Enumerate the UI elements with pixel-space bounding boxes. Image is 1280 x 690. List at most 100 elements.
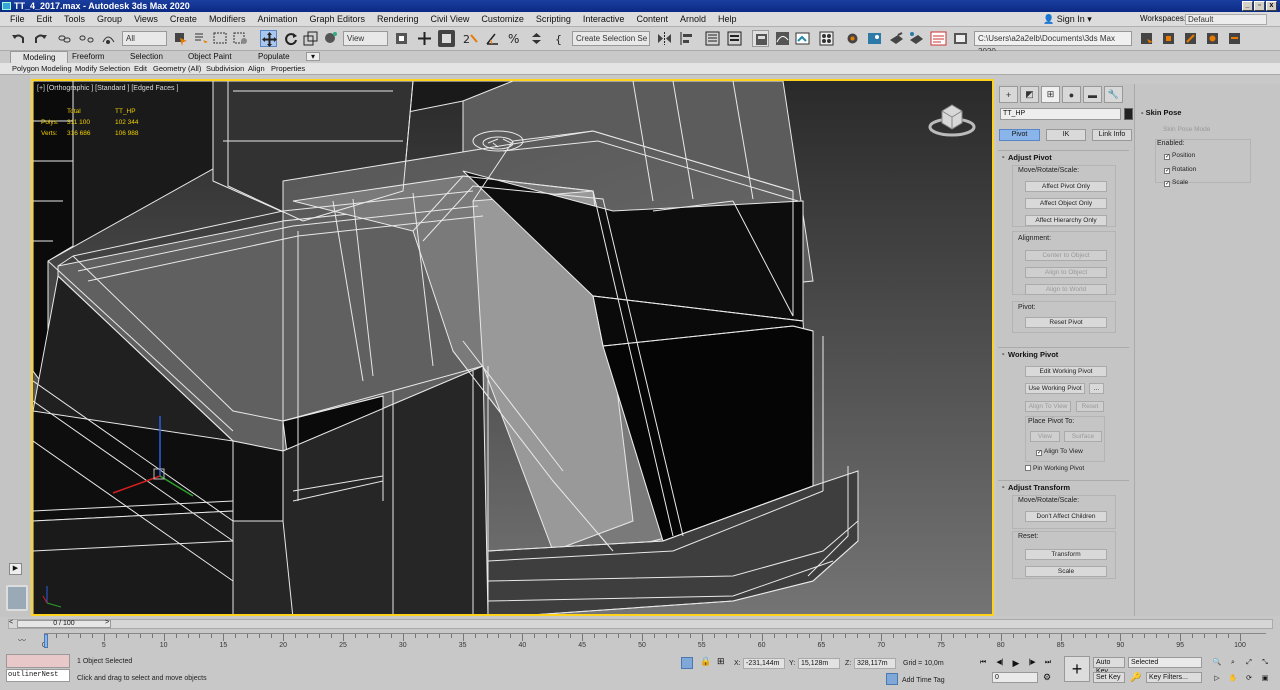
menu-civil-view[interactable]: Civil View <box>425 12 476 27</box>
ribbon-tab-freeform[interactable]: Freeform <box>72 51 104 63</box>
key-set-dropdown[interactable]: Selected <box>1128 657 1202 668</box>
working-pivot-header[interactable]: Working Pivot <box>998 348 1129 360</box>
skin-scale-checkbox[interactable]: ✓ Scale <box>1164 179 1188 187</box>
next-frame-icon[interactable]: |▶ <box>1025 657 1039 669</box>
menu-modifiers[interactable]: Modifiers <box>203 12 252 27</box>
skin-position-checkbox[interactable]: ✓ Position <box>1164 152 1195 160</box>
undo-icon[interactable] <box>10 30 27 47</box>
viewcube-icon[interactable] <box>927 99 977 141</box>
menu-content[interactable]: Content <box>630 12 674 27</box>
time-prev-icon[interactable]: < <box>9 619 13 626</box>
menu-graph-editors[interactable]: Graph Editors <box>303 12 371 27</box>
motion-tab-icon[interactable]: ● <box>1062 86 1081 103</box>
select-by-name-icon[interactable] <box>192 30 209 47</box>
snaps-toggle-icon[interactable]: 2 <box>462 30 479 47</box>
menu-rendering[interactable]: Rendering <box>371 12 425 27</box>
zoom-all-icon[interactable]: ⌕ <box>1226 657 1240 669</box>
project-folder-icon[interactable] <box>952 30 969 47</box>
align-to-world-button[interactable]: Align to World <box>1025 284 1107 295</box>
ribbon-panel-subdivision[interactable]: Subdivision <box>206 63 244 75</box>
reset-working-pivot-button[interactable]: Reset <box>1076 401 1104 412</box>
default-in-out-tangent-icon[interactable]: + <box>1064 656 1090 682</box>
bind-spacewarp-icon[interactable] <box>100 30 117 47</box>
toggle-scene-explorer-icon[interactable] <box>704 30 721 47</box>
ribbon-tab-populate[interactable]: Populate <box>258 51 290 63</box>
curve-editor-icon[interactable] <box>774 30 791 47</box>
link-icon[interactable] <box>56 30 73 47</box>
selection-filter-dropdown[interactable]: All <box>122 31 167 46</box>
workspace-tool-1-icon[interactable] <box>1138 30 1155 47</box>
adjust-pivot-header[interactable]: Adjust Pivot <box>998 151 1129 163</box>
menu-tools[interactable]: Tools <box>58 12 91 27</box>
utilities-tab-icon[interactable]: 🔧 <box>1104 86 1123 103</box>
percent-snap-icon[interactable]: % <box>506 30 523 47</box>
current-frame-field[interactable]: 0 <box>992 672 1038 683</box>
display-tab-icon[interactable]: ▬ <box>1083 86 1102 103</box>
ribbon-panel-polygon-modeling[interactable]: Polygon Modeling <box>12 63 72 75</box>
align-to-object-button[interactable]: Align to Object <box>1025 267 1107 278</box>
render-setup-icon[interactable] <box>844 30 861 47</box>
hierarchy-tab-icon[interactable]: ⊞ <box>1041 86 1060 103</box>
select-object-icon[interactable] <box>172 30 189 47</box>
goto-end-icon[interactable]: ⏭ <box>1041 657 1055 669</box>
absolute-mode-icon[interactable]: ⊞ <box>717 656 725 667</box>
adjust-transform-header[interactable]: Adjust Transform <box>998 481 1129 493</box>
workspace-tool-4-icon[interactable] <box>1204 30 1221 47</box>
rect-selection-icon[interactable] <box>212 30 229 47</box>
render-cloud-icon[interactable] <box>930 30 947 47</box>
key-filters-button[interactable]: Key Filters... <box>1146 672 1202 683</box>
pin-working-pivot-checkbox[interactable]: Pin Working Pivot <box>1025 465 1084 472</box>
move-icon[interactable] <box>260 30 277 47</box>
maxscript-listener-mini[interactable] <box>6 654 70 668</box>
z-coordinate-field[interactable]: 328,117m <box>854 658 896 669</box>
timeline-track[interactable]: 0510152025303540455055606570758085909510… <box>42 633 1266 649</box>
place-pivot-view-button[interactable]: View <box>1030 431 1060 442</box>
align-to-view-button[interactable]: Align To View <box>1025 401 1071 412</box>
ribbon-tab-object-paint[interactable]: Object Paint <box>188 51 232 63</box>
reset-pivot-button[interactable]: Reset Pivot <box>1025 317 1107 328</box>
pan-view-icon[interactable]: ✋ <box>1226 673 1240 685</box>
toggle-ribbon-icon[interactable] <box>752 30 769 47</box>
reset-scale-button[interactable]: Scale <box>1025 566 1107 577</box>
add-time-tag[interactable]: Add Time Tag <box>902 677 945 684</box>
pivot-tab-button[interactable]: Pivot <box>999 129 1040 141</box>
time-configuration-icon[interactable]: ⚙ <box>1043 672 1051 683</box>
material-editor-icon[interactable] <box>818 30 835 47</box>
close-button[interactable]: x <box>1266 1 1277 11</box>
maxscript-input[interactable]: outlinerNest <box>6 669 70 682</box>
time-slider[interactable]: < 0 / 100 > <box>8 619 1273 629</box>
time-tag-icon[interactable] <box>886 673 898 685</box>
redo-icon[interactable] <box>32 30 49 47</box>
auto-key-button[interactable]: Auto Key <box>1093 657 1125 675</box>
maximize-viewport-icon[interactable]: ▣ <box>1258 673 1272 685</box>
schematic-view-icon[interactable] <box>794 30 811 47</box>
modify-tab-icon[interactable]: ◩ <box>1020 86 1039 103</box>
menu-create[interactable]: Create <box>164 12 203 27</box>
edit-named-selection-icon[interactable]: { <box>552 30 569 47</box>
ribbon-panel-align[interactable]: Align <box>248 63 265 75</box>
affect-hierarchy-only-button[interactable]: Affect Hierarchy Only <box>1025 215 1107 226</box>
ribbon-panel-geometry-all[interactable]: Geometry (All) <box>153 63 201 75</box>
rotate-icon[interactable] <box>282 30 299 47</box>
menu-views[interactable]: Views <box>128 12 164 27</box>
workspaces-dropdown[interactable]: Default <box>1185 14 1267 25</box>
scale-icon[interactable] <box>302 30 319 47</box>
use-working-pivot-button[interactable]: Use Working Pivot <box>1025 383 1085 394</box>
window-crossing-icon[interactable] <box>232 30 249 47</box>
mirror-icon[interactable] <box>656 30 673 47</box>
zoom-icon[interactable]: 🔍 <box>1210 657 1224 669</box>
ribbon-options-icon[interactable]: ▾ <box>306 52 320 61</box>
skin-pose-mode-checkbox[interactable]: Skin Pose Mode <box>1163 126 1210 133</box>
place-pivot-surface-button[interactable]: Surface <box>1064 431 1102 442</box>
zoom-extents-icon[interactable]: ⤢ <box>1242 657 1256 669</box>
x-coordinate-field[interactable]: -231,144m <box>743 658 785 669</box>
rendered-frame-window-icon[interactable] <box>866 30 883 47</box>
place-icon[interactable] <box>322 30 339 47</box>
dont-affect-children-button[interactable]: Don't Affect Children <box>1025 511 1107 522</box>
workspace-tool-5-icon[interactable] <box>1226 30 1243 47</box>
toggle-layer-explorer-icon[interactable] <box>726 30 743 47</box>
key-mode-icon[interactable]: 🔑 <box>1130 672 1141 683</box>
render-production-icon[interactable] <box>888 30 905 47</box>
ribbon-panel-modify-selection[interactable]: Modify Selection <box>75 63 130 75</box>
affect-object-only-button[interactable]: Affect Object Only <box>1025 198 1107 209</box>
